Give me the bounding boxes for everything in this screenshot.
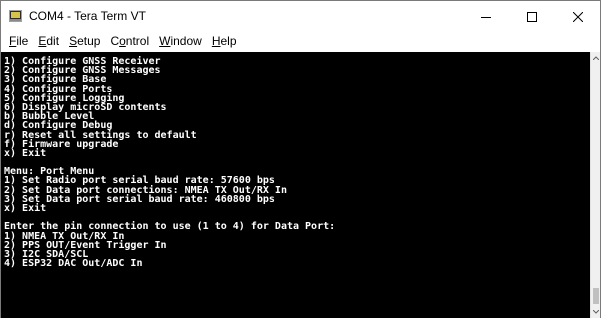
menu-bar: File Edit Setup Control Window Help xyxy=(1,32,600,51)
vertical-scrollbar[interactable] xyxy=(590,52,600,318)
terminal-line: 2) PPS OUT/Event Trigger In xyxy=(4,239,167,251)
tera-term-icon[interactable] xyxy=(9,10,22,22)
tera-term-window: COM4 - Tera Term VT File Edit Setup Cont… xyxy=(0,0,601,318)
close-icon xyxy=(573,11,583,22)
terminal-line: 3) Set Data port serial baud rate: 46080… xyxy=(4,193,275,205)
terminal-output: 1) Configure GNSS Receiver 2) Configure … xyxy=(4,56,588,270)
terminal-screen[interactable]: 1) Configure GNSS Receiver 2) Configure … xyxy=(1,52,590,318)
menu-window[interactable]: Window xyxy=(154,32,207,51)
scroll-up-button[interactable] xyxy=(591,52,601,64)
menu-setup-label: etup xyxy=(77,34,101,48)
menu-setup-accel: S xyxy=(69,34,78,48)
minimize-button[interactable] xyxy=(463,1,509,32)
menu-setup[interactable]: Setup xyxy=(64,32,105,51)
terminal-line: x) Exit xyxy=(4,203,47,214)
minimize-icon xyxy=(481,16,491,18)
menu-control-accel: o xyxy=(119,34,126,48)
maximize-icon xyxy=(527,11,537,22)
scroll-down-button[interactable] xyxy=(591,306,601,318)
menu-help-label: elp xyxy=(220,34,237,48)
menu-control[interactable]: Control xyxy=(105,32,154,51)
menu-control-label: ntrol xyxy=(125,34,150,48)
menu-file[interactable]: File xyxy=(4,32,33,51)
close-button[interactable] xyxy=(555,1,601,32)
menu-window-label: indow xyxy=(170,34,202,48)
terminal-line: 4) ESP32 DAC Out/ADC In xyxy=(4,258,143,270)
title-bar[interactable]: COM4 - Tera Term VT xyxy=(1,1,600,32)
maximize-button[interactable] xyxy=(509,1,555,32)
terminal-line: x) Exit xyxy=(4,147,47,159)
chevron-down-icon xyxy=(593,310,599,314)
menu-help-accel: H xyxy=(211,34,221,48)
menu-edit[interactable]: Edit xyxy=(33,32,64,51)
scroll-thumb[interactable] xyxy=(593,288,599,304)
menu-edit-label: dit xyxy=(46,34,60,48)
window-title: COM4 - Tera Term VT xyxy=(29,9,146,23)
menu-help[interactable]: Help xyxy=(207,32,242,51)
terminal-line: f) Firmware upgrade xyxy=(4,138,119,150)
menu-control-prefix: C xyxy=(110,34,120,48)
menu-file-label: ile xyxy=(16,34,29,48)
menu-window-accel: W xyxy=(159,34,171,48)
chevron-up-icon xyxy=(593,56,599,60)
